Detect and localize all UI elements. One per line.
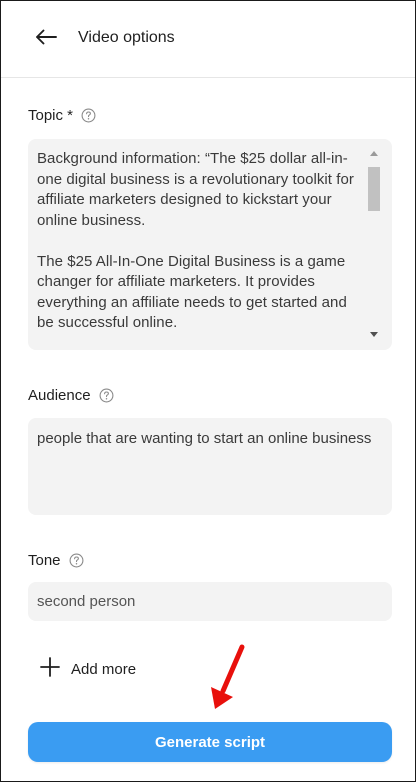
topic-label: Topic *: [28, 107, 74, 124]
video-options-panel: Video options Topic * Background informa…: [0, 0, 416, 782]
topic-text: Background information: “The $25 dollar …: [37, 150, 354, 331]
scroll-up-arrow-icon[interactable]: [370, 151, 378, 156]
question-circle-icon[interactable]: [99, 388, 114, 403]
back-button[interactable]: [31, 25, 61, 53]
audience-text: people that are wanting to start an onli…: [37, 430, 372, 447]
add-more-label: Add more: [71, 660, 137, 678]
audience-label-row: Audience: [28, 387, 114, 404]
topic-scrollbar[interactable]: [367, 151, 381, 337]
audience-label: Audience: [28, 387, 91, 404]
scroll-thumb[interactable]: [368, 167, 380, 211]
question-circle-icon[interactable]: [69, 553, 84, 568]
plus-icon: [39, 656, 61, 683]
topic-textarea[interactable]: Background information: “The $25 dollar …: [28, 139, 392, 350]
arrow-left-icon: [35, 29, 57, 50]
add-more-button[interactable]: Add more: [39, 656, 136, 682]
audience-textarea[interactable]: people that are wanting to start an onli…: [28, 418, 392, 515]
question-circle-icon[interactable]: [81, 108, 96, 123]
panel-header: Video options: [1, 1, 415, 78]
topic-label-row: Topic *: [28, 107, 96, 124]
tone-input[interactable]: second person: [28, 582, 392, 621]
generate-script-button[interactable]: Generate script: [28, 722, 392, 762]
tone-label-row: Tone: [28, 552, 84, 569]
page-title: Video options: [78, 29, 175, 46]
annotation-arrow-icon: [211, 644, 245, 709]
tone-label: Tone: [28, 552, 61, 569]
scroll-down-arrow-icon[interactable]: [370, 332, 378, 337]
generate-script-label: Generate script: [154, 733, 266, 751]
tone-text: second person: [37, 593, 136, 610]
